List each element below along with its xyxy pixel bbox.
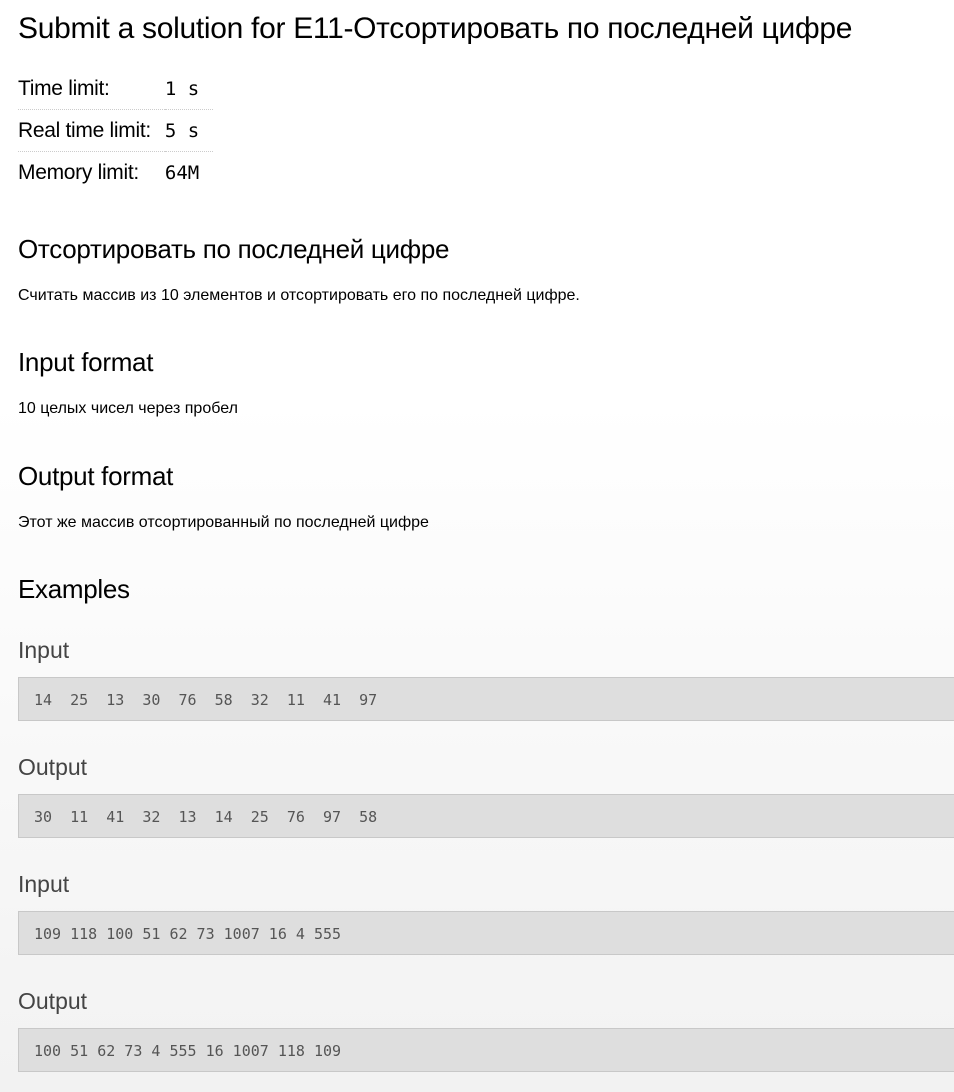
limit-label: Time limit: xyxy=(18,76,110,100)
input-format-heading: Input format xyxy=(18,347,154,377)
output-format-text: Этот же массив отсортированный по послед… xyxy=(18,514,429,531)
memory-limit-row: Memory limit: 64M xyxy=(18,151,214,193)
limit-value: 64M xyxy=(164,151,214,193)
example-input-label: Input xyxy=(18,871,70,897)
limit-value: 1 s xyxy=(164,77,200,100)
example-input-block: 109 118 100 51 62 73 1007 16 4 555 xyxy=(18,911,954,955)
example-input-label: Input xyxy=(18,637,70,663)
limit-value: 5 s xyxy=(164,109,214,152)
example-output-block: 100 51 62 73 4 555 16 1007 118 109 xyxy=(18,1028,954,1072)
page-title: Submit a solution for E11-Отсортировать … xyxy=(18,12,853,45)
example-output-label: Output xyxy=(18,988,88,1014)
limits-table: Time limit: 1 s Real time limit: 5 s Mem… xyxy=(18,68,214,193)
example-input-block: 14 25 13 30 76 58 32 11 41 97 xyxy=(18,677,954,721)
examples-heading: Examples xyxy=(18,574,130,604)
time-limit-row: Time limit: 1 s xyxy=(18,68,213,110)
limit-label: Memory limit: xyxy=(18,151,165,193)
statement-text: Считать массив из 10 элементов и отсорти… xyxy=(18,287,580,304)
example-output-block: 30 11 41 32 13 14 25 76 97 58 xyxy=(18,794,954,838)
input-format-text: 10 целых чисел через пробел xyxy=(18,400,238,417)
limit-label: Real time limit: xyxy=(18,109,165,152)
example-output-label: Output xyxy=(18,754,88,780)
output-format-heading: Output format xyxy=(18,461,174,491)
real-time-limit-row: Real time limit: 5 s xyxy=(18,109,214,152)
statement-heading: Отсортировать по последней цифре xyxy=(18,234,450,264)
